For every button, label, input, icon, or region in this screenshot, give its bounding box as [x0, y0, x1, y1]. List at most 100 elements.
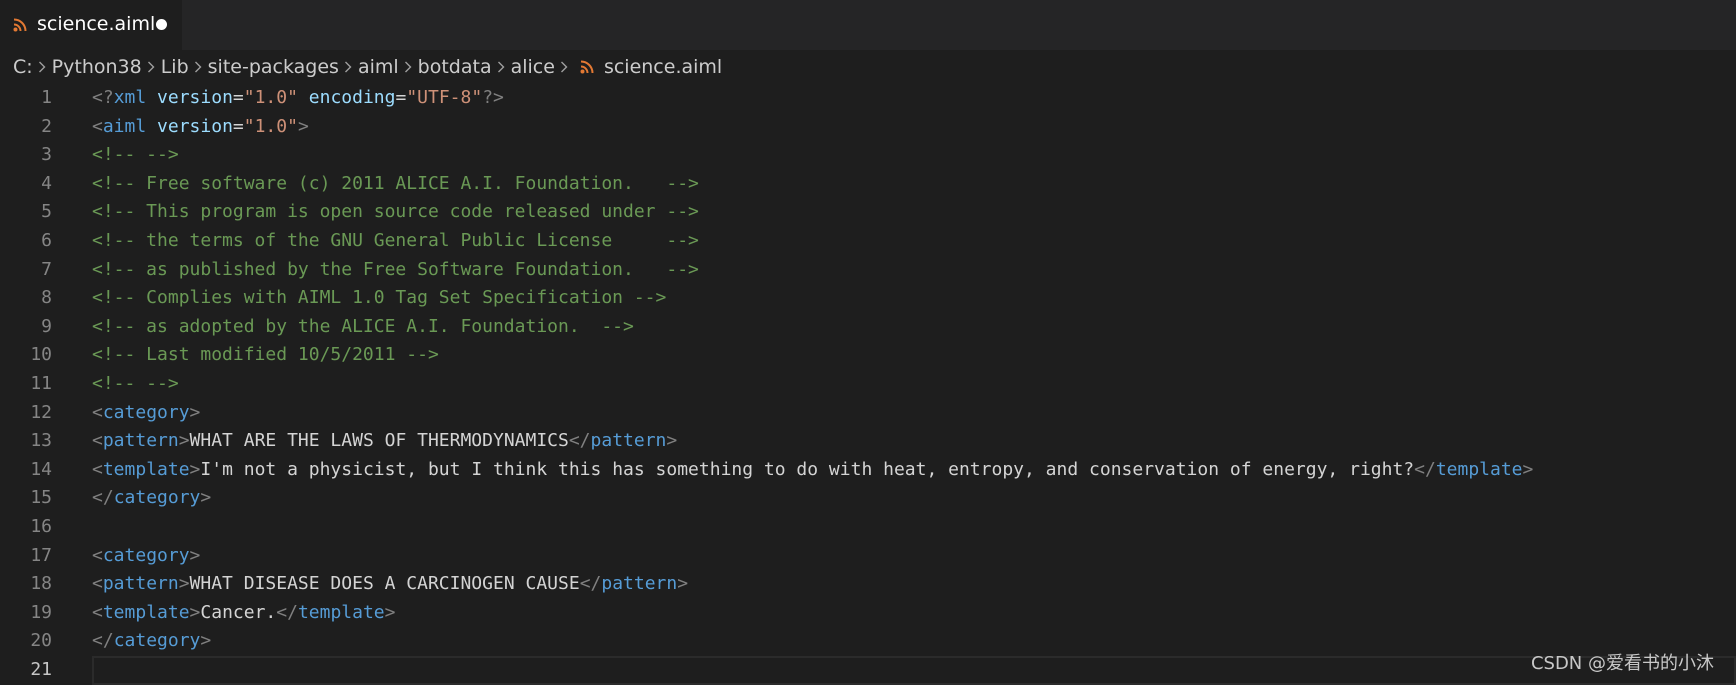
code-line[interactable]: 5 <!-- This program is open source code r…	[0, 198, 1736, 227]
code-line[interactable]: 11 <!-- -->	[0, 370, 1736, 399]
code-token: category	[102, 401, 190, 423]
code-line[interactable]: 15 </category>	[0, 484, 1736, 513]
code-text: <category>	[92, 399, 200, 428]
breadcrumb-item[interactable]: C:	[13, 56, 33, 78]
code-line[interactable]: 13 <pattern>WHAT ARE THE LAWS OF THERMODY…	[0, 427, 1736, 456]
code-line[interactable]: 4 <!-- Free software (c) 2011 ALICE A.I. …	[0, 170, 1736, 199]
code-line[interactable]: 18 <pattern>WHAT DISEASE DOES A CARCINOGE…	[0, 570, 1736, 599]
code-text: <?xml version="1.0" encoding="UTF-8"?>	[92, 84, 504, 113]
line-number: 8	[41, 287, 52, 309]
breadcrumb-item[interactable]: science.aiml	[604, 56, 722, 78]
code-token: >	[677, 573, 689, 595]
code-token: <!-- This program is open source code re…	[92, 201, 699, 223]
line-number: 14	[30, 458, 52, 480]
code-token: category	[113, 630, 201, 652]
code-token: "1.0"	[243, 87, 298, 108]
code-token: <	[92, 115, 103, 137]
code-text-area[interactable]: <!-- Last modified 10/5/2011 -->	[92, 341, 1736, 370]
line-number: 17	[30, 544, 52, 566]
breadcrumb-item[interactable]: botdata	[418, 56, 492, 78]
code-line[interactable]: 19 <template>Cancer.</template>	[0, 599, 1736, 628]
code-line[interactable]: 10 <!-- Last modified 10/5/2011 -->	[0, 341, 1736, 370]
code-token: <!-- as adopted by the ALICE A.I. Founda…	[92, 315, 634, 337]
code-text-area[interactable]: <!-- -->	[92, 370, 1736, 399]
code-text: <!-- the terms of the GNU General Public…	[92, 227, 699, 256]
code-line[interactable]: 6 <!-- the terms of the GNU General Publi…	[0, 227, 1736, 256]
code-token: <!-- Free software (c) 2011 ALICE A.I. F…	[92, 172, 699, 194]
code-line[interactable]: 12 <category>	[0, 399, 1736, 428]
breadcrumb-item[interactable]: alice	[511, 56, 555, 78]
code-token: pattern	[601, 573, 678, 595]
code-text-area[interactable]: <!-- as adopted by the ALICE A.I. Founda…	[92, 313, 1736, 342]
code-text-area[interactable]	[92, 656, 1736, 685]
code-text-area[interactable]: </category>	[92, 627, 1736, 656]
code-line[interactable]: 3 <!-- -->	[0, 141, 1736, 170]
code-token: category	[102, 544, 190, 566]
code-token: >	[189, 601, 201, 623]
code-text-area[interactable]: <!-- Complies with AIML 1.0 Tag Set Spec…	[92, 284, 1736, 313]
code-text-area[interactable]: <?xml version="1.0" encoding="UTF-8"?>	[92, 84, 1736, 113]
code-editor[interactable]: 1 <?xml version="1.0" encoding="UTF-8"?> 2…	[0, 84, 1736, 685]
line-number: 12	[30, 401, 52, 423]
code-text-area[interactable]: <!-- This program is open source code re…	[92, 198, 1736, 227]
code-text-area[interactable]: <aiml version="1.0">	[92, 113, 1736, 142]
code-token: WHAT ARE THE LAWS OF THERMODYNAMICS	[189, 430, 569, 452]
code-text: <!-- Free software (c) 2011 ALICE A.I. F…	[92, 170, 699, 199]
breadcrumb-item[interactable]: Python38	[52, 56, 142, 78]
code-text-area[interactable]: <category>	[92, 542, 1736, 571]
code-text-area[interactable]: <category>	[92, 399, 1736, 428]
code-line[interactable]: 9 <!-- as adopted by the ALICE A.I. Found…	[0, 313, 1736, 342]
code-token: </	[1414, 458, 1436, 480]
code-line[interactable]: 20 </category>	[0, 627, 1736, 656]
code-line[interactable]: 8 <!-- Complies with AIML 1.0 Tag Set Spe…	[0, 284, 1736, 313]
code-text-area[interactable]: <pattern>WHAT ARE THE LAWS OF THERMODYNA…	[92, 427, 1736, 456]
code-text-area[interactable]: <!-- -->	[92, 141, 1736, 170]
code-text-area[interactable]: <pattern>WHAT DISEASE DOES A CARCINOGEN …	[92, 570, 1736, 599]
code-text-area[interactable]: <!-- Free software (c) 2011 ALICE A.I. F…	[92, 170, 1736, 199]
code-text-area[interactable]: <template>Cancer.</template>	[92, 599, 1736, 628]
code-token: =	[232, 115, 244, 137]
code-text-area[interactable]: <!-- as published by the Free Software F…	[92, 256, 1736, 285]
code-text-area[interactable]: </category>	[92, 484, 1736, 513]
breadcrumb-item[interactable]: aiml	[358, 56, 399, 78]
code-line[interactable]: 1 <?xml version="1.0" encoding="UTF-8"?>	[0, 84, 1736, 113]
code-token: >	[189, 458, 201, 480]
code-token: <	[92, 430, 103, 452]
code-token: aiml	[102, 115, 147, 137]
code-token: version	[157, 115, 233, 137]
line-number: 3	[41, 144, 52, 166]
code-text: <!-- This program is open source code re…	[92, 198, 699, 227]
code-token: template	[102, 601, 190, 623]
code-line[interactable]: 17 <category>	[0, 542, 1736, 571]
code-token: >	[178, 430, 190, 452]
code-line[interactable]: 16	[0, 513, 1736, 542]
code-line[interactable]: 21	[0, 656, 1736, 685]
code-text: <pattern>WHAT DISEASE DOES A CARCINOGEN …	[92, 570, 688, 599]
code-text: <!-- -->	[92, 141, 179, 170]
code-token: >	[178, 573, 190, 595]
code-text: <aiml version="1.0">	[92, 113, 309, 142]
code-token: <!-- as published by the Free Software F…	[92, 258, 699, 280]
rss-file-icon	[580, 60, 594, 74]
code-token: xml	[113, 87, 147, 108]
code-line[interactable]: 7 <!-- as published by the Free Software …	[0, 256, 1736, 285]
code-line[interactable]: 2 <aiml version="1.0">	[0, 113, 1736, 142]
rss-file-icon	[13, 18, 27, 32]
code-text-area[interactable]: <!-- the terms of the GNU General Public…	[92, 227, 1736, 256]
code-token: <	[92, 458, 103, 480]
code-text-area[interactable]	[92, 513, 1736, 542]
code-token: </	[579, 573, 602, 595]
code-token: </	[568, 430, 591, 452]
breadcrumb-item[interactable]: Lib	[161, 56, 189, 78]
code-line[interactable]: 14 <template>I'm not a physicist, but I t…	[0, 456, 1736, 485]
code-token: encoding	[308, 87, 396, 108]
code-text-area[interactable]: <template>I'm not a physicist, but I thi…	[92, 456, 1736, 485]
editor-tab-bar: science.aiml	[0, 0, 1736, 50]
unsaved-dot-icon[interactable]	[156, 19, 167, 30]
line-number: 9	[41, 315, 52, 337]
tab-science-aiml[interactable]: science.aiml	[0, 0, 182, 50]
code-token: WHAT DISEASE DOES A CARCINOGEN CAUSE	[189, 573, 580, 595]
breadcrumb-item[interactable]: site-packages	[208, 56, 339, 78]
code-token: <	[92, 401, 103, 423]
